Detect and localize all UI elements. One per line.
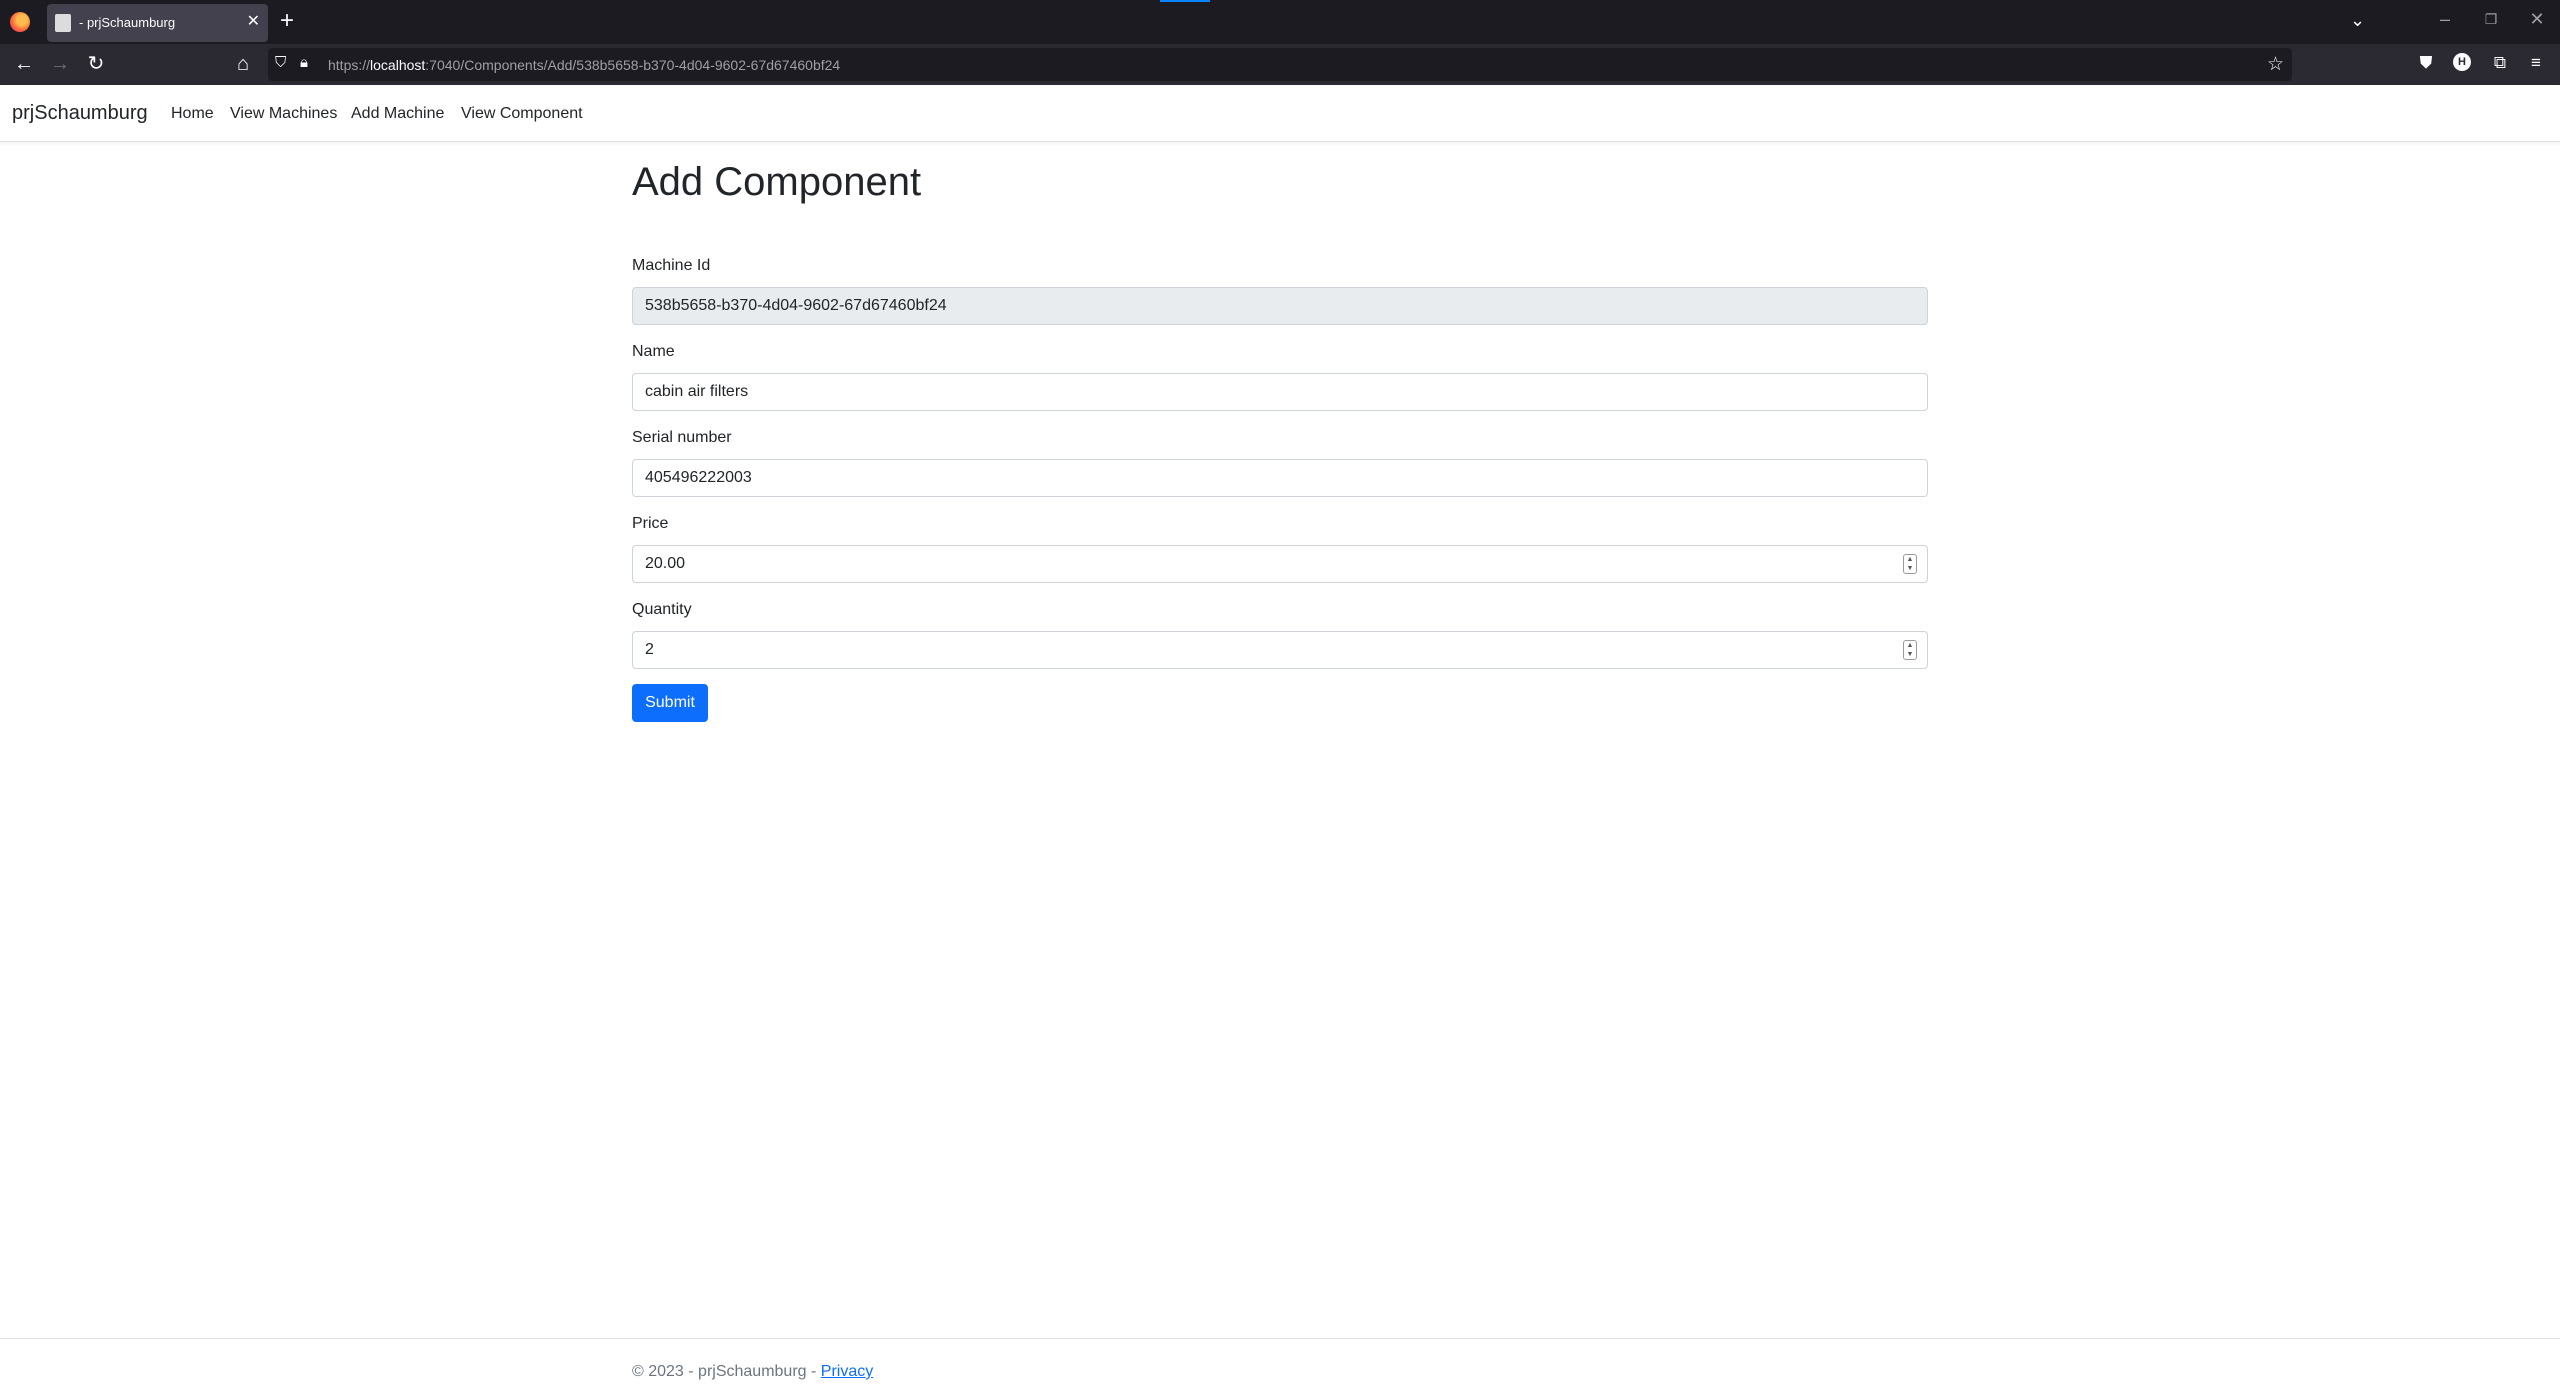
tracking-protection-shield-icon[interactable]: ⛉ xyxy=(275,54,286,71)
url-text[interactable]: https://localhost:7040/Components/Add/53… xyxy=(328,57,840,73)
back-icon[interactable]: ← xyxy=(11,52,37,76)
quantity-input[interactable]: 2 ▲ ▼ xyxy=(632,631,1928,669)
nav-link-home[interactable]: Home xyxy=(171,105,214,123)
footer-text: © 2023 - prjSchaumburg - Privacy xyxy=(632,1363,873,1381)
app-menu-hamburger-icon[interactable]: ≡ xyxy=(2524,53,2548,73)
nav-link-view-component[interactable]: View Component xyxy=(461,105,583,123)
url-scheme: https:// xyxy=(328,57,371,73)
extensions-puzzle-icon[interactable]: ⧉ xyxy=(2488,53,2512,73)
quantity-spinner-icon[interactable]: ▲ ▼ xyxy=(1903,640,1917,660)
price-value: 20.00 xyxy=(645,555,686,572)
profile-avatar[interactable]: H xyxy=(2453,53,2471,71)
price-spinner-icon[interactable]: ▲ ▼ xyxy=(1903,554,1917,574)
submit-button[interactable]: Submit xyxy=(632,684,708,722)
minimize-window-icon[interactable]: – xyxy=(2430,9,2460,30)
home-icon[interactable]: ⌂ xyxy=(230,52,256,76)
name-label: Name xyxy=(632,343,675,360)
url-path: :7040/Components/Add/538b5658-b370-4d04-… xyxy=(425,57,841,73)
nav-link-view-machines[interactable]: View Machines xyxy=(230,105,337,123)
nav-link-add-machine[interactable]: Add Machine xyxy=(351,105,444,123)
machine-id-label: Machine Id xyxy=(632,257,711,274)
machine-id-field[interactable]: 538b5658-b370-4d04-9602-67d67460bf24 xyxy=(632,287,1928,325)
url-bar[interactable]: ⛉ 🔒︎ https://localhost:7040/Components/A… xyxy=(268,48,2292,81)
tab-title: - prjSchaumburg xyxy=(79,15,176,30)
list-all-tabs-icon[interactable]: ⌄ xyxy=(2350,10,2365,31)
url-host: localhost xyxy=(370,57,426,73)
site-brand-link[interactable]: prjSchaumburg xyxy=(12,102,148,125)
site-navbar: prjSchaumburg Home View Machines Add Mac… xyxy=(0,85,2560,142)
forward-icon[interactable]: → xyxy=(47,52,73,76)
machine-id-value: 538b5658-b370-4d04-9602-67d67460bf24 xyxy=(645,297,947,314)
firefox-logo-icon xyxy=(10,12,30,32)
site-footer: © 2023 - prjSchaumburg - Privacy xyxy=(0,1338,2560,1397)
tab-activity-indicator xyxy=(1160,0,1210,2)
price-input[interactable]: 20.00 ▲ ▼ xyxy=(632,545,1928,583)
serial-number-value: 405496222003 xyxy=(645,469,752,486)
pocket-icon[interactable]: ⛊ xyxy=(2414,53,2438,73)
bookmark-star-icon[interactable]: ☆ xyxy=(2267,53,2284,76)
site-security-lock-icon[interactable]: 🔒︎ xyxy=(300,54,308,71)
quantity-value: 2 xyxy=(645,641,654,658)
browser-tabstrip: - prjSchaumburg ✕ + ⌄ – ❐ ✕ xyxy=(0,0,2560,44)
price-label: Price xyxy=(632,515,669,532)
footer-copyright: © 2023 - prjSchaumburg - xyxy=(632,1363,821,1380)
name-value: cabin air filters xyxy=(645,383,749,400)
quantity-label: Quantity xyxy=(632,601,692,618)
browser-tab-active[interactable]: - prjSchaumburg ✕ xyxy=(47,4,268,42)
close-window-icon[interactable]: ✕ xyxy=(2522,9,2552,30)
page-favicon-icon xyxy=(55,14,71,32)
new-tab-button[interactable]: + xyxy=(280,8,294,34)
reload-icon[interactable]: ↻ xyxy=(83,52,109,76)
serial-number-input[interactable]: 405496222003 xyxy=(632,459,1928,497)
serial-number-label: Serial number xyxy=(632,429,732,446)
page-title: Add Component xyxy=(632,160,922,204)
tab-close-icon[interactable]: ✕ xyxy=(247,12,260,32)
name-input[interactable]: cabin air filters xyxy=(632,373,1928,411)
browser-toolbar: ← → ↻ ⌂ ⛉ 🔒︎ https://localhost:7040/Comp… xyxy=(0,44,2560,85)
restore-window-icon[interactable]: ❐ xyxy=(2476,11,2506,28)
privacy-link[interactable]: Privacy xyxy=(821,1363,873,1380)
